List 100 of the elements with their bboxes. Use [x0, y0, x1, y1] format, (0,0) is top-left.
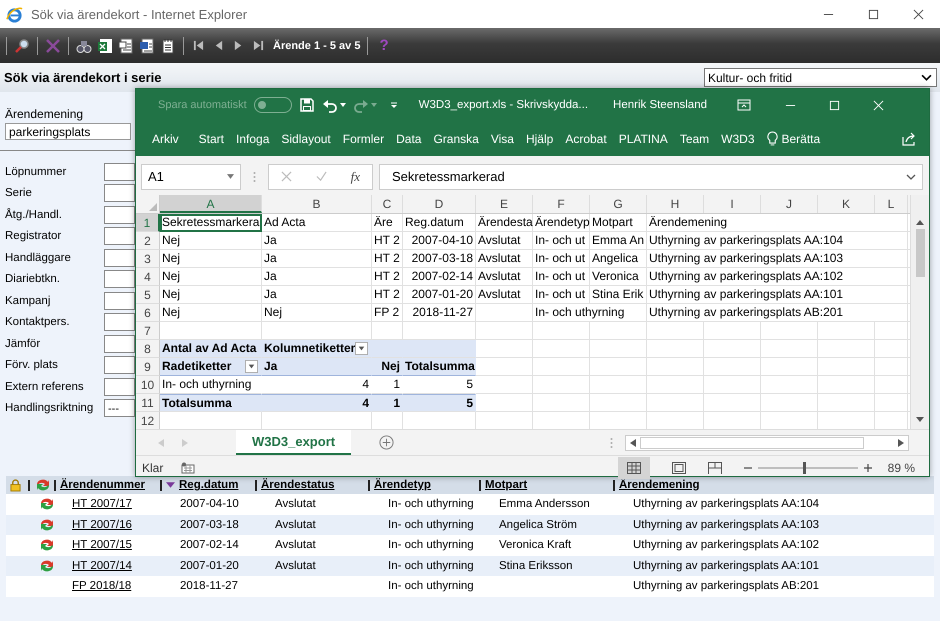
input-field[interactable]: --- [104, 399, 135, 418]
row-header[interactable]: 12 [136, 412, 160, 429]
case-number-link[interactable]: HT 2007/16 [72, 518, 132, 531]
row-header[interactable]: 6 [136, 304, 160, 322]
input-field[interactable] [104, 292, 135, 310]
ribbon-tab[interactable]: W3D3 [721, 132, 754, 146]
scrollbar-thumb[interactable] [640, 436, 864, 448]
scroll-up-icon[interactable] [916, 219, 924, 225]
column-header[interactable]: F [533, 195, 590, 213]
document-icon[interactable] [118, 38, 134, 54]
column-header[interactable]: E [476, 195, 533, 213]
caret-icon[interactable] [340, 103, 346, 107]
last-record-icon[interactable] [253, 40, 264, 51]
input-field[interactable] [104, 162, 135, 181]
column-header[interactable]: Ärendenummer [60, 479, 145, 491]
row-header[interactable]: 10 [136, 376, 160, 394]
zoom-level[interactable]: 89 % [888, 460, 915, 474]
input-field[interactable] [104, 356, 135, 374]
row-header[interactable]: 5 [136, 286, 160, 304]
row-header[interactable]: 2 [136, 232, 160, 250]
filter-dropdown-icon[interactable] [245, 360, 258, 373]
table-row[interactable]: FP 2018/18 2018-11-27 In- och uthyrning Uthyrning av parkeringsplats AB:201 [6, 576, 934, 596]
input-field[interactable] [104, 270, 135, 288]
ribbon-tab[interactable]: Formler [342, 132, 384, 146]
column-header[interactable]: L [875, 195, 908, 213]
normal-view-button[interactable] [618, 456, 650, 478]
horizontal-scrollbar[interactable] [625, 434, 909, 450]
subject-field[interactable]: parkeringsplats [5, 123, 131, 140]
page-break-icon[interactable] [708, 462, 722, 474]
previous-record-icon[interactable] [213, 40, 224, 51]
ribbon-tab[interactable]: Granska [433, 132, 479, 146]
ribbon-tab[interactable]: Visa [490, 132, 514, 146]
spreadsheet-icon[interactable] [97, 38, 113, 54]
formula-field[interactable]: Sekretessmarkerad [379, 164, 923, 190]
column-header[interactable]: D [403, 195, 476, 213]
column-header[interactable]: B [262, 195, 372, 213]
row-header[interactable]: 1 [136, 214, 160, 232]
column-header[interactable]: J [761, 195, 818, 213]
undo-icon[interactable] [322, 97, 338, 113]
page-layout-icon[interactable] [672, 462, 686, 474]
maximize-icon[interactable] [868, 8, 879, 20]
zoom-slider-thumb[interactable] [802, 462, 806, 474]
ribbon-tab[interactable]: Infoga [236, 132, 270, 146]
row-header[interactable]: 4 [136, 268, 160, 286]
first-record-icon[interactable] [193, 40, 204, 51]
name-box[interactable]: A1 [141, 164, 241, 190]
column-header[interactable]: Ärendemening [619, 479, 700, 491]
scroll-down-icon[interactable] [916, 417, 924, 423]
macro-icon[interactable] [181, 462, 196, 474]
vertical-scrollbar[interactable] [910, 195, 929, 429]
ribbon-tab[interactable]: Sidlayout [281, 132, 331, 146]
column-header[interactable]: Ärendestatus [261, 479, 334, 491]
input-field[interactable] [104, 378, 135, 396]
scroll-left-icon[interactable] [630, 438, 636, 446]
ribbon-tab[interactable]: Arkiv [152, 132, 179, 146]
share-icon[interactable] [901, 130, 917, 146]
row-header[interactable]: 3 [136, 250, 160, 268]
input-field[interactable] [104, 248, 135, 267]
ribbon-tab[interactable]: PLATINA [618, 132, 668, 146]
input-field[interactable] [104, 227, 135, 246]
notepad-icon[interactable] [160, 38, 176, 54]
ribbon-tab[interactable]: Team [680, 132, 710, 146]
input-field[interactable] [104, 334, 135, 353]
ribbon-display-icon[interactable] [736, 97, 752, 113]
column-header[interactable]: Reg.datum [179, 479, 238, 491]
column-header[interactable]: Motpart [485, 479, 528, 491]
column-header[interactable]: Ärendetyp [374, 479, 431, 491]
customize-toolbar-icon[interactable] [390, 101, 398, 109]
case-number-link[interactable]: HT 2007/14 [72, 560, 132, 572]
column-header[interactable]: K [818, 195, 875, 213]
case-number-link[interactable]: HT 2007/17 [72, 498, 132, 510]
scroll-right-icon[interactable] [898, 438, 904, 446]
column-header[interactable]: I [704, 195, 761, 213]
row-header[interactable]: 7 [136, 322, 160, 340]
table-row[interactable]: HT 2007/17 2007-04-10 Avslutat In- och uthyrning Emma Andersson Uthyrning av parkeringsplats AA:104 [6, 494, 934, 514]
row-header[interactable]: 11 [136, 394, 160, 412]
table-row[interactable]: HT 2007/15 2007-02-14 Avslutat In- och uthyrning Veronica Kraft Uthyrning av parkeringsplats AA:102 [6, 535, 934, 556]
word-document-icon[interactable] [139, 38, 155, 54]
sheet-tab[interactable]: W3D3_export [236, 430, 352, 455]
case-number-link[interactable]: FP 2018/18 [72, 580, 132, 592]
search-icon[interactable] [14, 38, 30, 54]
input-field[interactable] [104, 313, 135, 332]
column-header[interactable]: C [372, 195, 403, 213]
add-sheet-icon[interactable] [379, 435, 394, 450]
table-row[interactable]: HT 2007/16 2007-03-18 Avslutat In- och uthyrning Angelica Ström Uthyrning av parkeringsplats AA:103 [6, 514, 934, 535]
row-header[interactable]: 8 [136, 340, 160, 358]
input-field[interactable] [104, 184, 135, 202]
column-header[interactable]: H [647, 195, 704, 213]
department-dropdown[interactable]: Kultur- och fritid [704, 68, 937, 87]
column-header[interactable]: G [590, 195, 647, 213]
ribbon-tab[interactable]: Data [396, 132, 422, 146]
column-header[interactable]: A [160, 195, 262, 213]
tell-me-button[interactable]: Berätta [782, 132, 820, 146]
save-icon[interactable] [298, 97, 315, 113]
scrollbar-thumb[interactable] [916, 229, 924, 277]
table-row[interactable]: HT 2007/14 2007-01-20 Avslutat In- och uthyrning Stina Eriksson Uthyrning av parkeringsplats AA:101 [6, 556, 934, 576]
input-field[interactable] [104, 206, 135, 224]
insert-function-button[interactable]: fx [350, 168, 360, 184]
case-number-link[interactable]: HT 2007/15 [72, 539, 132, 552]
autosave-toggle[interactable] [254, 97, 292, 113]
